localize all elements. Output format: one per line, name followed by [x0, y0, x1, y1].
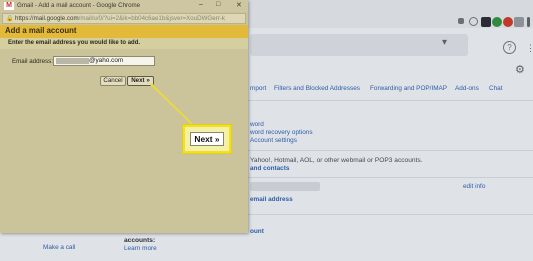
- callout-pointer-line: [150, 83, 197, 129]
- callout-next-label: Next »: [190, 132, 224, 146]
- next-button-callout: Next »: [183, 125, 231, 153]
